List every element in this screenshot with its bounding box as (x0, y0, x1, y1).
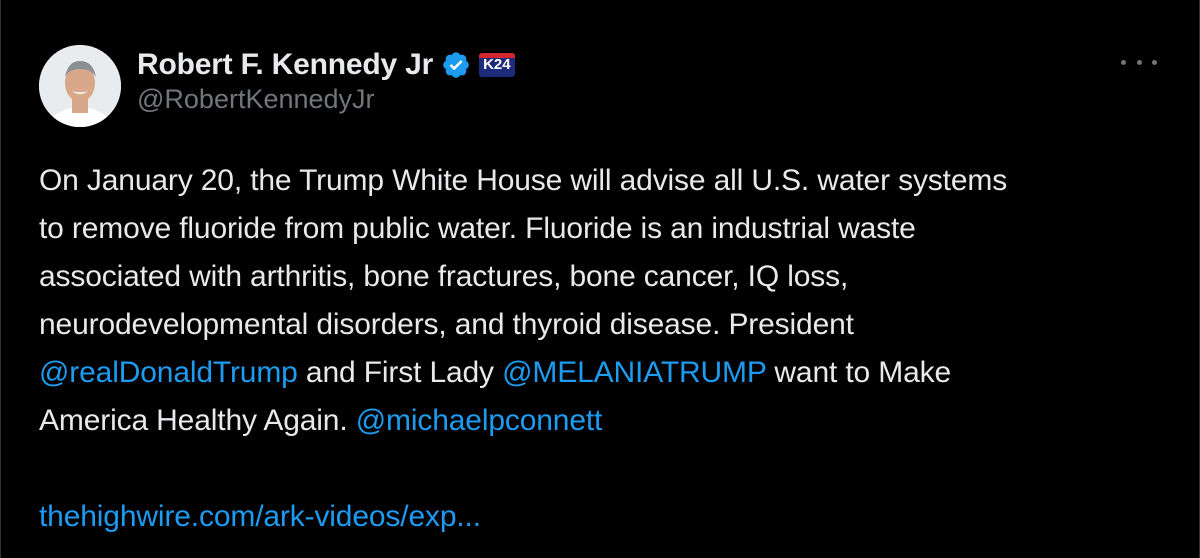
mention-link[interactable]: @michaelpconnett (356, 404, 603, 437)
verified-badge-icon[interactable] (441, 50, 471, 80)
dot (1136, 59, 1142, 65)
tweet-text: On January 20, the Trump White House wil… (39, 157, 1174, 541)
tweet-text-fragment: want to Make (766, 356, 952, 389)
tweet-text-fragment: America Healthy Again. (39, 404, 356, 437)
dot (1121, 59, 1126, 65)
tweet-card: Robert F. Kennedy Jr K24 @RobertKennedyJ… (0, 0, 1200, 558)
mention-link[interactable]: @MELANIATRUMP (502, 356, 766, 389)
avatar[interactable] (39, 45, 121, 127)
tweet-line: @realDonaldTrump and First Lady @MELANIA… (39, 349, 1174, 397)
more-options-icon[interactable] (1121, 50, 1157, 74)
tweet-line: associated with arthritis, bone fracture… (39, 260, 849, 293)
tweet-line: America Healthy Again. @michaelpconnett (39, 397, 1174, 445)
tweet-line: to remove fluoride from public water. Fl… (39, 212, 916, 245)
mention-link[interactable]: @realDonaldTrump (39, 356, 298, 389)
tweet-line: neurodevelopmental disorders, and thyroi… (39, 308, 854, 341)
author-handle[interactable]: @RobertKennedyJr (137, 84, 375, 115)
author-name-row: Robert F. Kennedy Jr K24 (137, 45, 515, 85)
author-display-name[interactable]: Robert F. Kennedy Jr (137, 48, 433, 82)
tweet-line: On January 20, the Trump White House wil… (39, 164, 1008, 197)
affiliate-badge[interactable]: K24 (479, 53, 515, 77)
dot (1152, 59, 1157, 65)
tweet-text-fragment: and First Lady (297, 356, 503, 389)
url-link[interactable]: thehighwire.com/ark-videos/exp... (39, 500, 481, 533)
badge-label: K24 (483, 56, 511, 73)
tweet-line: thehighwire.com/ark-videos/exp... (39, 493, 1174, 541)
